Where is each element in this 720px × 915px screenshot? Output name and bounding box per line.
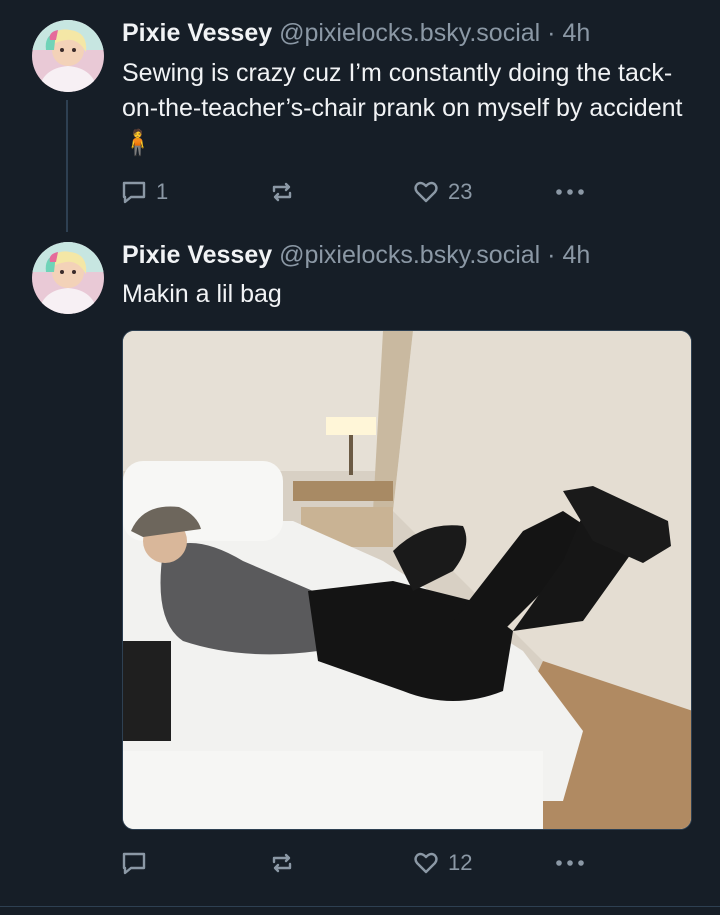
heart-outline-icon — [412, 178, 440, 206]
post-actions: 12 — [120, 846, 600, 880]
post[interactable]: Pixie Vessey @pixielocks.bsky.social · 4… — [0, 0, 720, 232]
like-button[interactable]: 23 — [412, 175, 472, 209]
repost-arrows-icon — [268, 849, 296, 877]
ellipsis-icon — [552, 178, 588, 206]
ellipsis-icon — [552, 849, 588, 877]
speech-bubble-icon — [120, 178, 148, 206]
post[interactable]: Pixie Vessey @pixielocks.bsky.social · 4… — [0, 232, 720, 912]
repost-button[interactable] — [268, 175, 304, 209]
divider — [0, 906, 720, 907]
post-timestamp[interactable]: 4h — [562, 19, 590, 47]
author-handle[interactable]: @pixielocks.bsky.social — [279, 241, 540, 269]
repost-arrows-icon — [268, 178, 296, 206]
avatar[interactable] — [32, 242, 104, 314]
repost-button[interactable] — [268, 846, 304, 880]
author-name[interactable]: Pixie Vessey — [122, 19, 272, 47]
more-options-button[interactable] — [552, 175, 588, 209]
post-header: Pixie Vessey @pixielocks.bsky.social · 4… — [122, 240, 590, 270]
more-options-button[interactable] — [552, 846, 588, 880]
post-text: Makin a lil bag — [122, 280, 282, 308]
post-header: Pixie Vessey @pixielocks.bsky.social · 4… — [122, 18, 590, 48]
heart-outline-icon — [412, 849, 440, 877]
author-handle[interactable]: @pixielocks.bsky.social — [279, 19, 540, 47]
reply-count: 1 — [156, 179, 169, 204]
post-timestamp[interactable]: 4h — [562, 241, 590, 269]
reply-button[interactable]: 1 — [120, 175, 168, 209]
post-text: Sewing is crazy cuz I’m constantly doing… — [122, 59, 683, 157]
avatar[interactable] — [32, 20, 104, 92]
post-actions: 1 23 — [120, 175, 600, 209]
like-count: 12 — [448, 850, 473, 875]
separator-dot: · — [547, 19, 556, 47]
like-count: 23 — [448, 179, 473, 204]
post-image[interactable] — [122, 330, 692, 830]
speech-bubble-icon — [120, 849, 148, 877]
reply-button[interactable] — [120, 846, 156, 880]
thread-connector-line — [66, 100, 68, 232]
like-button[interactable]: 12 — [412, 846, 472, 880]
separator-dot: · — [547, 241, 556, 269]
author-name[interactable]: Pixie Vessey — [122, 241, 272, 269]
